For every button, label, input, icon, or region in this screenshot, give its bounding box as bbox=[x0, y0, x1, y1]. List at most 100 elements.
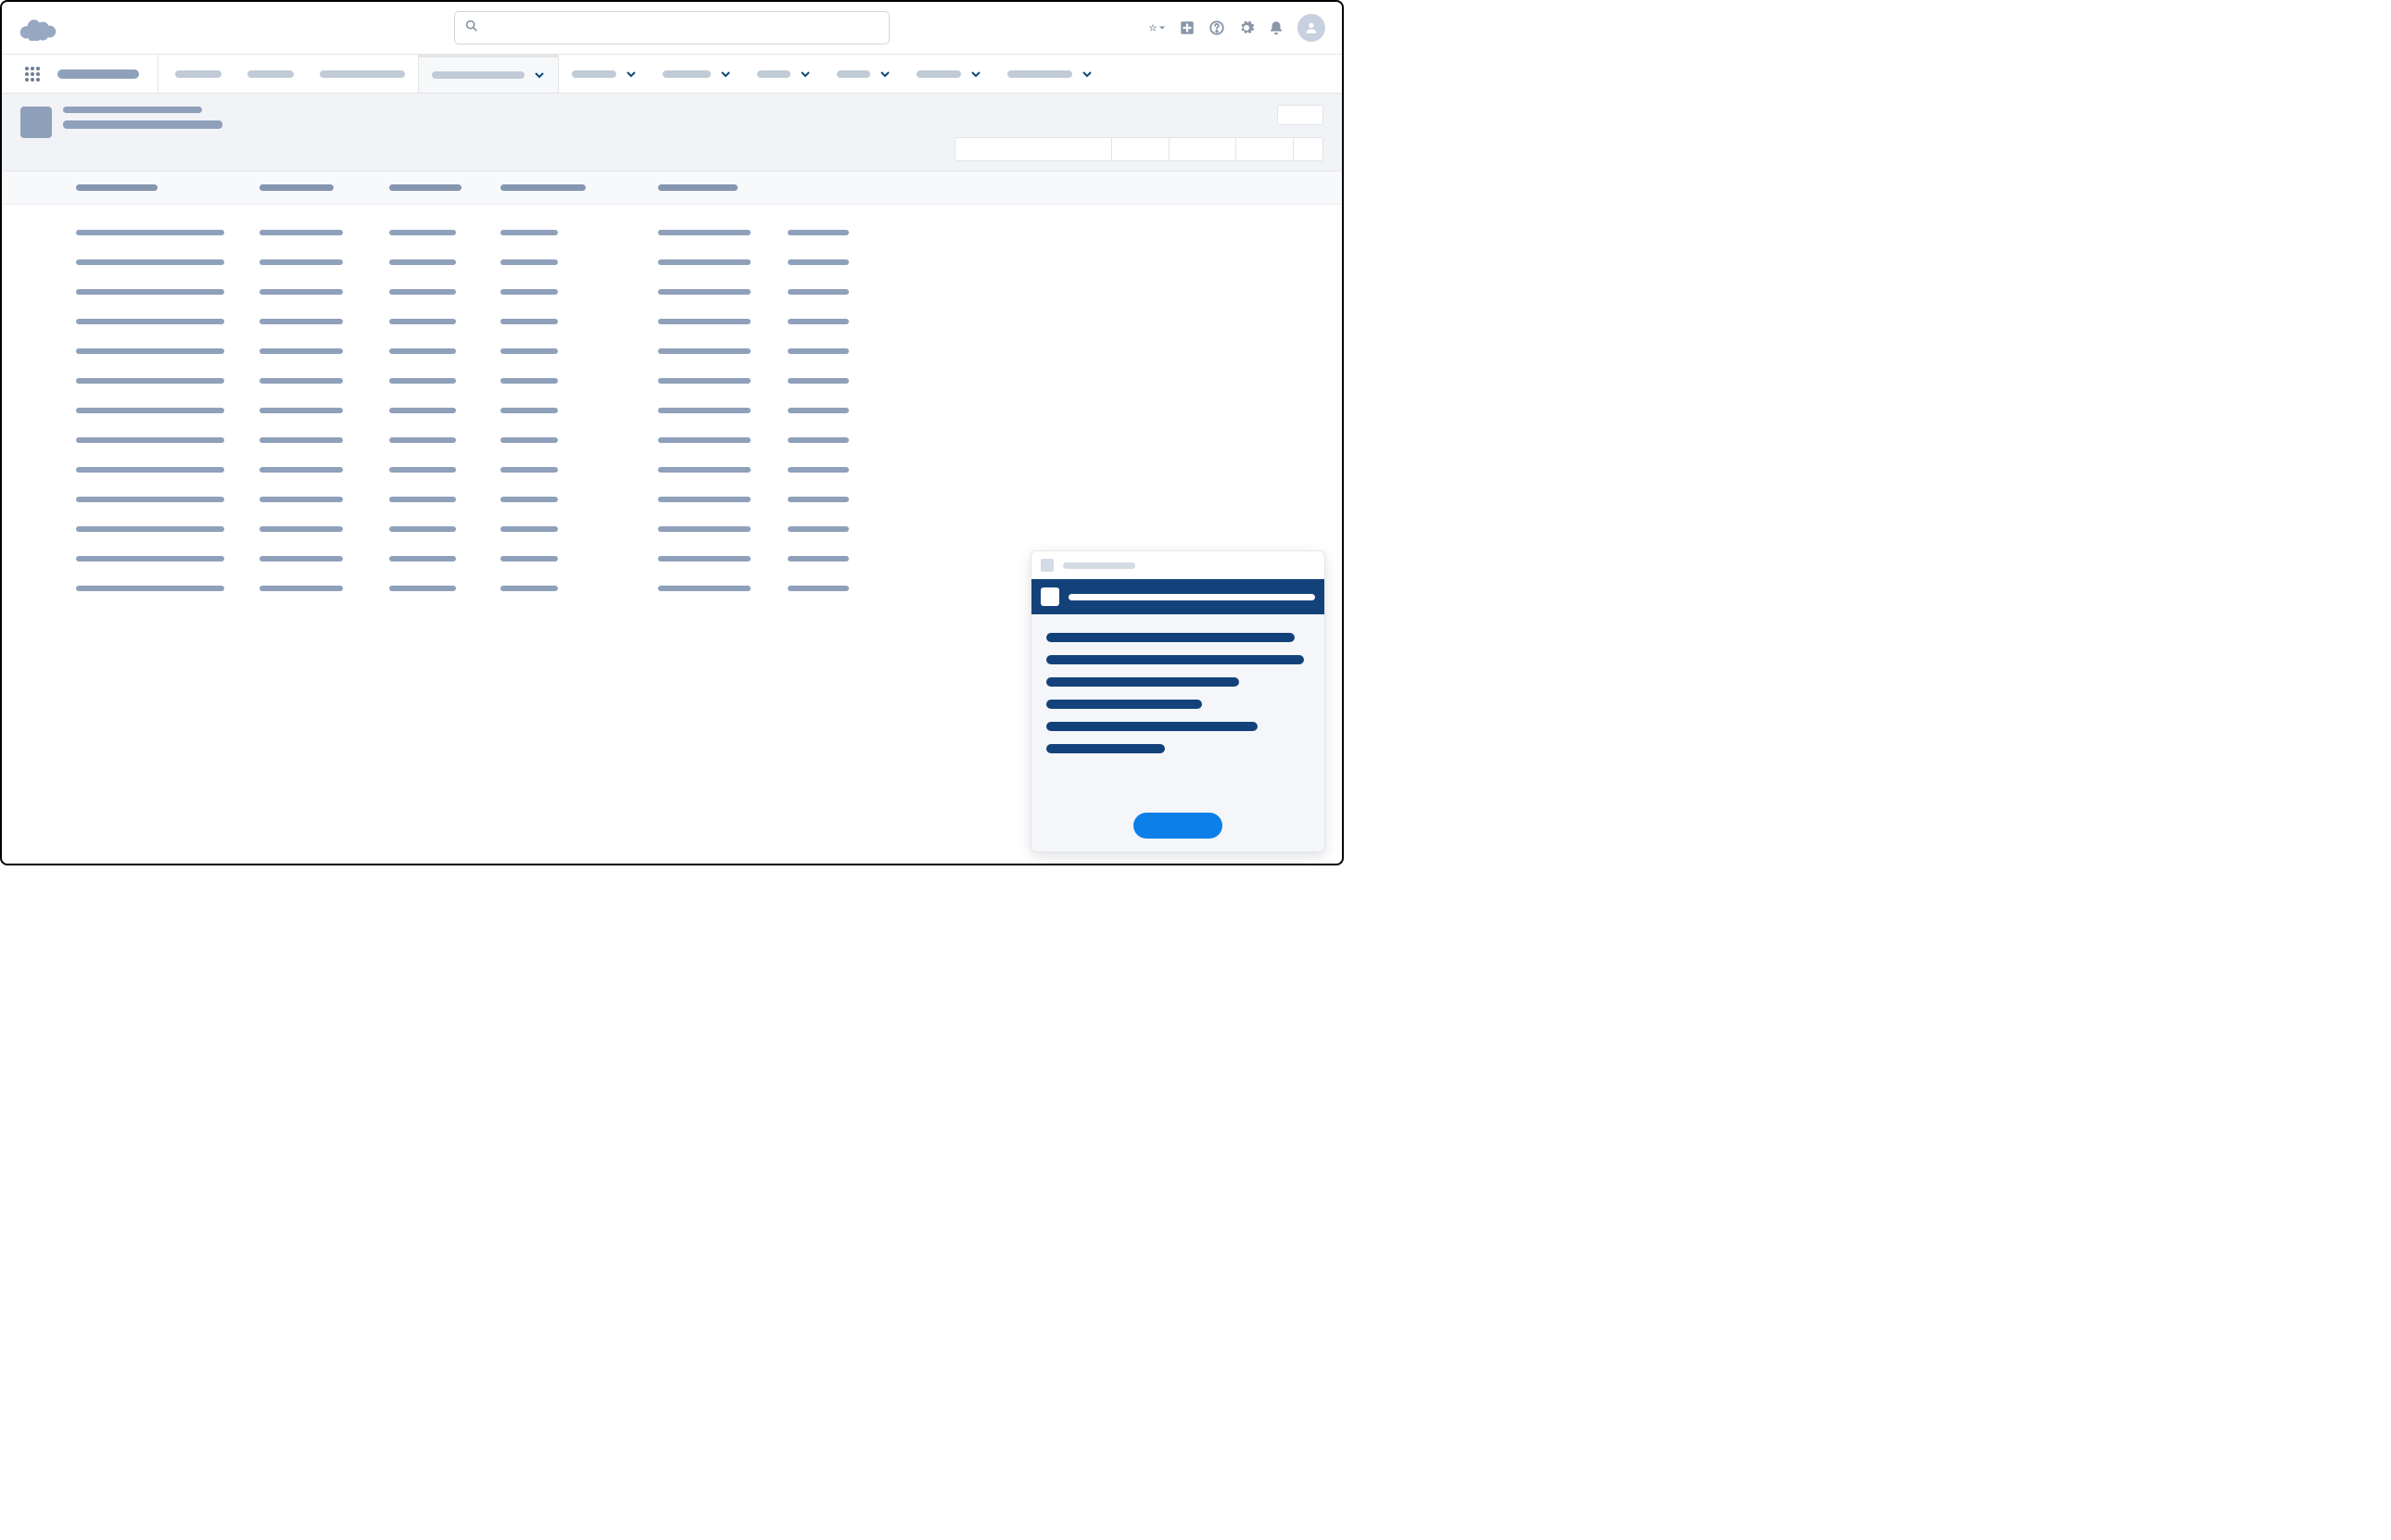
table-cell bbox=[259, 526, 389, 532]
table-cell bbox=[658, 556, 788, 562]
table-cell bbox=[259, 586, 389, 591]
table-cell bbox=[76, 348, 259, 354]
global-search[interactable]: Search... bbox=[454, 11, 890, 44]
panel-banner: Banner message bbox=[1031, 579, 1324, 614]
table-cell bbox=[389, 259, 500, 265]
header-actions: Favorites Global Actions Help Setup Noti… bbox=[1149, 14, 1325, 42]
header-button-group: Button 1Button 2Button 3Button 4Button 5 bbox=[955, 137, 1323, 161]
panel-text-line bbox=[1046, 633, 1295, 642]
table-cell bbox=[76, 408, 259, 413]
nav-tab[interactable]: Tab 8 bbox=[824, 55, 904, 93]
chevron-down-icon bbox=[879, 69, 891, 80]
column-header[interactable] bbox=[500, 184, 658, 191]
table-row[interactable] bbox=[76, 366, 1323, 396]
table-cell bbox=[76, 259, 259, 265]
app-launcher-icon[interactable] bbox=[19, 55, 46, 93]
table-cell bbox=[76, 230, 259, 235]
table-cell bbox=[76, 497, 259, 502]
table-cell bbox=[658, 437, 788, 443]
favorites-button[interactable]: Favorites bbox=[1149, 19, 1166, 36]
column-header[interactable] bbox=[259, 184, 389, 191]
table-cell bbox=[500, 230, 658, 235]
chevron-down-icon bbox=[626, 69, 637, 80]
panel-header[interactable]: Panel bbox=[1031, 551, 1324, 579]
table-cell bbox=[500, 437, 658, 443]
column-header[interactable] bbox=[389, 184, 500, 191]
nav-tab[interactable]: Tab 3 bbox=[307, 55, 418, 93]
table-cell bbox=[259, 259, 389, 265]
table-cell bbox=[259, 437, 389, 443]
table-cell bbox=[658, 497, 788, 502]
search-icon bbox=[464, 19, 479, 38]
nav-tab[interactable]: Tab 4 bbox=[418, 55, 559, 93]
table-cell bbox=[76, 319, 259, 324]
data-table bbox=[2, 171, 1342, 616]
nav-tab[interactable]: Tab 6 bbox=[650, 55, 744, 93]
panel-content bbox=[1046, 633, 1309, 753]
table-row[interactable] bbox=[76, 247, 1323, 277]
chevron-down-icon bbox=[1082, 69, 1093, 80]
global-header: Search... Favorites Global Actions Help … bbox=[2, 2, 1342, 55]
table-row[interactable] bbox=[76, 396, 1323, 425]
table-cell bbox=[259, 319, 389, 324]
header-action-button[interactable]: Action bbox=[1277, 105, 1323, 125]
global-actions-button[interactable]: Global Actions bbox=[1179, 19, 1196, 36]
table-cell bbox=[259, 378, 389, 384]
nav-tab[interactable]: Tab 7 bbox=[744, 55, 824, 93]
nav-tab[interactable]: Tab 10 bbox=[994, 55, 1106, 93]
header-button[interactable]: Button 1 bbox=[955, 137, 1112, 161]
table-row[interactable] bbox=[76, 455, 1323, 485]
user-avatar[interactable]: View profile bbox=[1297, 14, 1325, 42]
table-cell bbox=[788, 319, 932, 324]
table-row[interactable] bbox=[76, 485, 1323, 514]
header-button[interactable]: Button 5 bbox=[1294, 137, 1323, 161]
table-cell bbox=[500, 408, 658, 413]
panel-cta-button[interactable]: Action bbox=[1133, 813, 1222, 839]
chevron-down-icon bbox=[720, 69, 731, 80]
table-row[interactable] bbox=[76, 336, 1323, 366]
setup-gear-icon[interactable]: Setup bbox=[1238, 19, 1255, 36]
panel-icon bbox=[1041, 559, 1054, 572]
table-row[interactable] bbox=[76, 425, 1323, 455]
table-cell bbox=[259, 497, 389, 502]
panel-text-line bbox=[1046, 677, 1239, 687]
table-cell bbox=[76, 378, 259, 384]
table-row[interactable] bbox=[76, 218, 1323, 247]
table-cell bbox=[658, 319, 788, 324]
column-header[interactable] bbox=[658, 184, 788, 191]
header-button[interactable]: Button 3 bbox=[1170, 137, 1236, 161]
salesforce-logo-icon bbox=[19, 15, 57, 41]
chevron-down-icon bbox=[1158, 24, 1166, 32]
table-cell bbox=[658, 289, 788, 295]
nav-tabs: Tab 1Tab 2Tab 3Tab 4Tab 5Tab 6Tab 7Tab 8… bbox=[162, 55, 1106, 93]
app-name: Application bbox=[46, 55, 158, 93]
table-cell bbox=[658, 408, 788, 413]
table-cell bbox=[500, 497, 658, 502]
table-cell bbox=[259, 556, 389, 562]
column-header[interactable] bbox=[788, 184, 932, 191]
table-row[interactable] bbox=[76, 514, 1323, 544]
table-cell bbox=[788, 289, 932, 295]
header-button[interactable]: Button 4 bbox=[1236, 137, 1294, 161]
table-cell bbox=[788, 408, 932, 413]
table-row[interactable] bbox=[76, 277, 1323, 307]
chevron-down-icon bbox=[800, 69, 811, 80]
table-cell bbox=[658, 259, 788, 265]
table-cell bbox=[500, 556, 658, 562]
panel-text-line bbox=[1046, 655, 1304, 664]
panel-text-line bbox=[1046, 744, 1165, 753]
table-cell bbox=[788, 467, 932, 473]
nav-tab[interactable]: Tab 1 bbox=[162, 55, 234, 93]
table-cell bbox=[389, 289, 500, 295]
table-row[interactable] bbox=[76, 307, 1323, 336]
nav-tab[interactable]: Tab 2 bbox=[234, 55, 307, 93]
help-button[interactable]: Help bbox=[1208, 19, 1225, 36]
table-cell bbox=[788, 230, 932, 235]
table-cell bbox=[389, 467, 500, 473]
header-button[interactable]: Button 2 bbox=[1112, 137, 1170, 161]
nav-tab[interactable]: Tab 5 bbox=[559, 55, 650, 93]
table-cell bbox=[788, 586, 932, 591]
nav-tab[interactable]: Tab 9 bbox=[904, 55, 994, 93]
column-header[interactable] bbox=[76, 184, 259, 191]
notifications-bell-icon[interactable]: Notifications bbox=[1268, 19, 1284, 36]
